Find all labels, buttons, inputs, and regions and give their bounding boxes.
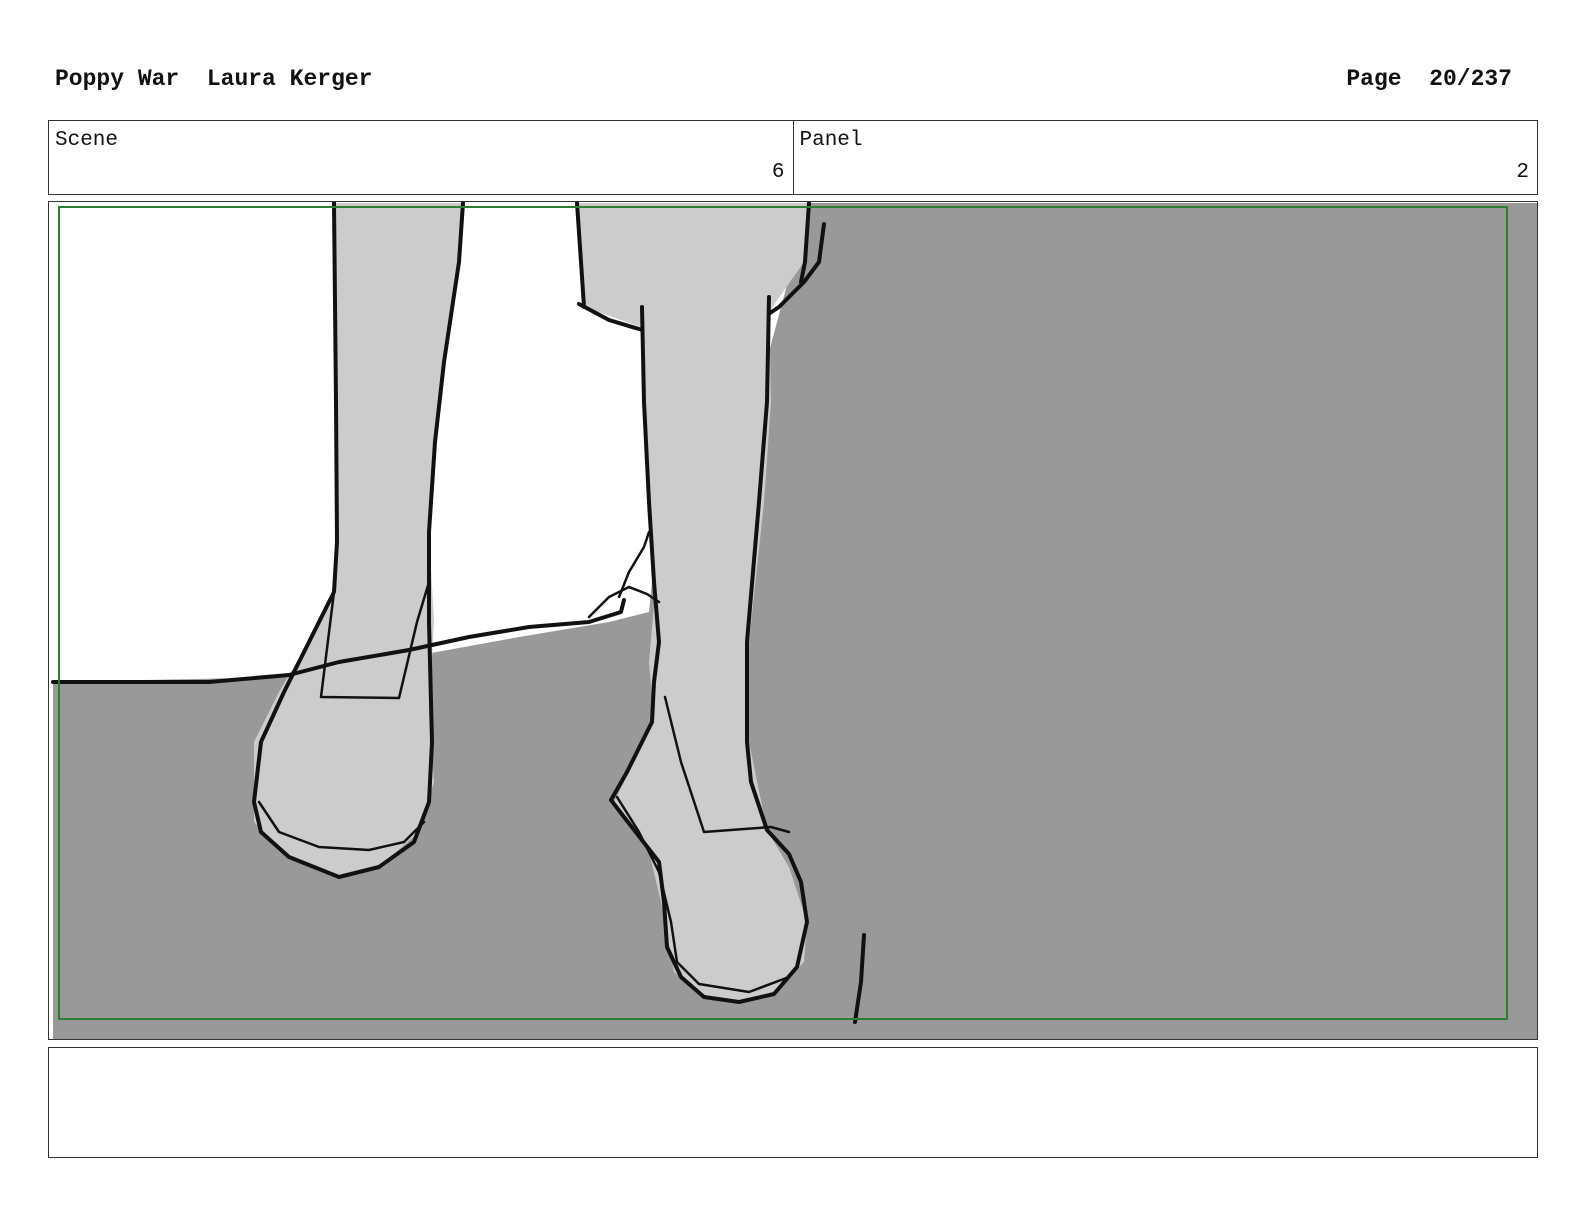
storyboard-drawing xyxy=(51,202,1537,1039)
panel-label: Panel xyxy=(799,129,863,152)
storyboard-frame xyxy=(48,201,1538,1040)
page-label: Page xyxy=(1346,66,1402,92)
notes-box xyxy=(48,1047,1538,1158)
scene-number: 6 xyxy=(771,161,785,184)
panel-number: 2 xyxy=(1516,161,1529,184)
left-leg xyxy=(254,203,464,877)
right-wall-area xyxy=(809,203,1537,1039)
scene-panel-info: Scene 6 Panel 2 xyxy=(48,120,1538,195)
panel-cell: Panel 2 xyxy=(792,121,1538,194)
project-title: Poppy War xyxy=(55,66,180,92)
scene-cell: Scene 6 xyxy=(49,121,793,194)
page-header-right: Page 20/237 xyxy=(1346,66,1512,92)
scene-label: Scene xyxy=(55,129,119,152)
page-header-left: Poppy War Laura Kerger xyxy=(55,66,372,92)
page-number: 20/237 xyxy=(1429,66,1512,92)
author-name: Laura Kerger xyxy=(206,66,373,92)
